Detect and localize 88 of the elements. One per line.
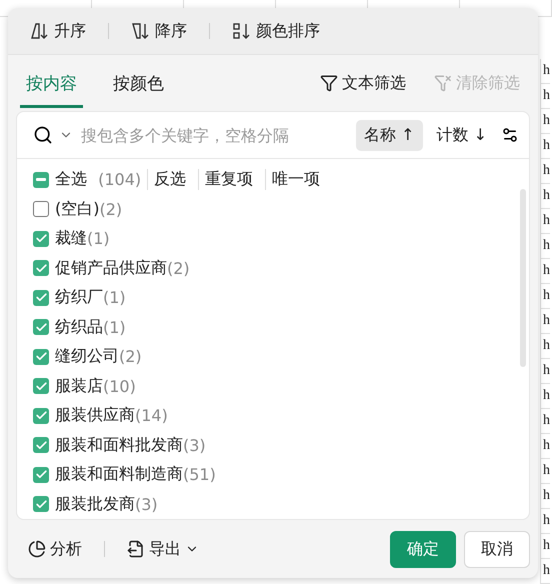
sheet-cell: h xyxy=(540,409,550,434)
tab[interactable]: 按颜色 xyxy=(107,58,170,108)
footer-tool-button[interactable]: 导出 xyxy=(119,538,207,560)
export-icon xyxy=(127,540,145,558)
sheet-cell: h xyxy=(540,259,550,284)
item-label: 服装批发商 xyxy=(55,494,135,515)
item-label: 裁缝 xyxy=(55,228,87,250)
checkbox[interactable] xyxy=(33,172,49,188)
cancel-button[interactable]: 取消 xyxy=(464,530,530,568)
sheet-cell: h xyxy=(540,184,550,209)
check-icon xyxy=(34,438,48,452)
sheet-cell: h xyxy=(540,459,550,484)
sheet-cell: h xyxy=(540,59,550,84)
minus-icon xyxy=(36,178,46,182)
sheet-cell: h xyxy=(540,559,550,584)
sort-button[interactable]: 升序 xyxy=(22,20,94,42)
confirm-button[interactable]: 确定 xyxy=(390,530,456,568)
sheet-cell: h xyxy=(540,309,550,334)
sort-descending-icon xyxy=(131,22,151,40)
sheet-cell: h xyxy=(540,84,550,109)
filter-action-button[interactable]: 文本筛选 xyxy=(314,72,412,94)
item-label: (空白) xyxy=(55,198,100,220)
item-count: (2) xyxy=(99,200,122,219)
checkbox[interactable] xyxy=(33,348,49,365)
sheet-cell: h xyxy=(540,384,550,409)
list-settings-icon[interactable] xyxy=(501,126,519,144)
check-icon xyxy=(34,498,48,511)
sheet-cell: h xyxy=(540,159,550,184)
item-label: 全选 xyxy=(55,169,87,190)
item-count: (3) xyxy=(135,494,158,514)
checkbox[interactable] xyxy=(33,230,49,247)
check-icon xyxy=(34,262,48,275)
filter-icon xyxy=(320,74,338,92)
color-sort-icon xyxy=(232,22,252,40)
item-label: 纺织品 xyxy=(55,316,103,338)
sheet-cell: h xyxy=(540,209,550,234)
sort-option-button[interactable]: 计数 ↓ xyxy=(428,120,495,150)
item-label: 缝纫公司 xyxy=(55,346,119,368)
sort-option-button[interactable]: 名称 ↑ xyxy=(356,120,422,150)
sort-ascending-icon xyxy=(30,22,50,40)
item-count: (1) xyxy=(87,229,110,248)
checkbox[interactable] xyxy=(33,378,49,394)
checkbox[interactable] xyxy=(33,466,49,483)
pie-chart-icon xyxy=(28,540,46,558)
sheet-cell: h xyxy=(540,509,550,534)
sort-button[interactable]: 颜色排序 xyxy=(224,20,328,42)
scrollbar-thumb[interactable] xyxy=(520,189,526,367)
tab[interactable]: 按内容 xyxy=(20,58,83,108)
footer-tool-button[interactable]: 分析 xyxy=(20,538,90,560)
item-count: (51) xyxy=(183,465,216,484)
item-count: (2) xyxy=(167,258,190,278)
sheet-cell: h xyxy=(540,434,550,459)
selection-link[interactable]: 重复项 xyxy=(198,169,260,190)
sheet-cell: h xyxy=(540,234,550,259)
sheet-cell: h xyxy=(540,334,550,359)
item-label: 服装和面料制造商 xyxy=(55,464,183,486)
sort-button[interactable]: 降序 xyxy=(123,20,195,42)
checkbox[interactable] xyxy=(33,290,49,306)
clear-filter-icon xyxy=(434,74,452,92)
checkbox[interactable] xyxy=(33,201,49,218)
check-icon xyxy=(34,320,48,334)
item-count: (3) xyxy=(183,436,206,455)
checkbox[interactable] xyxy=(33,319,49,336)
checkbox[interactable] xyxy=(33,260,49,276)
checkbox[interactable] xyxy=(33,496,49,512)
check-icon xyxy=(34,380,48,393)
item-count: (10) xyxy=(103,376,136,396)
selection-link[interactable]: 唯一项 xyxy=(265,169,326,190)
sheet-cell: h xyxy=(540,534,550,559)
checkbox[interactable] xyxy=(33,408,49,424)
item-count: (104) xyxy=(97,170,142,190)
item-count: (1) xyxy=(103,288,126,308)
sheet-cell: h xyxy=(540,484,550,509)
selection-link[interactable]: 反选 xyxy=(147,169,192,190)
item-label: 服装供应商 xyxy=(55,405,135,426)
checkbox[interactable] xyxy=(33,437,49,454)
item-count: (1) xyxy=(103,318,126,337)
item-label: 服装和面料批发商 xyxy=(55,434,183,456)
search-icon xyxy=(33,125,53,145)
sheet-cell: h xyxy=(540,109,550,134)
item-count: (14) xyxy=(135,406,168,426)
item-label: 纺织厂 xyxy=(55,287,103,308)
item-label: 促销产品供应商 xyxy=(55,258,167,279)
item-count: (2) xyxy=(119,347,142,366)
item-label: 服装店 xyxy=(55,376,103,397)
sheet-cell: h xyxy=(540,284,550,309)
sheet-cell: h xyxy=(540,359,550,384)
sheet-cell: h xyxy=(540,134,550,159)
